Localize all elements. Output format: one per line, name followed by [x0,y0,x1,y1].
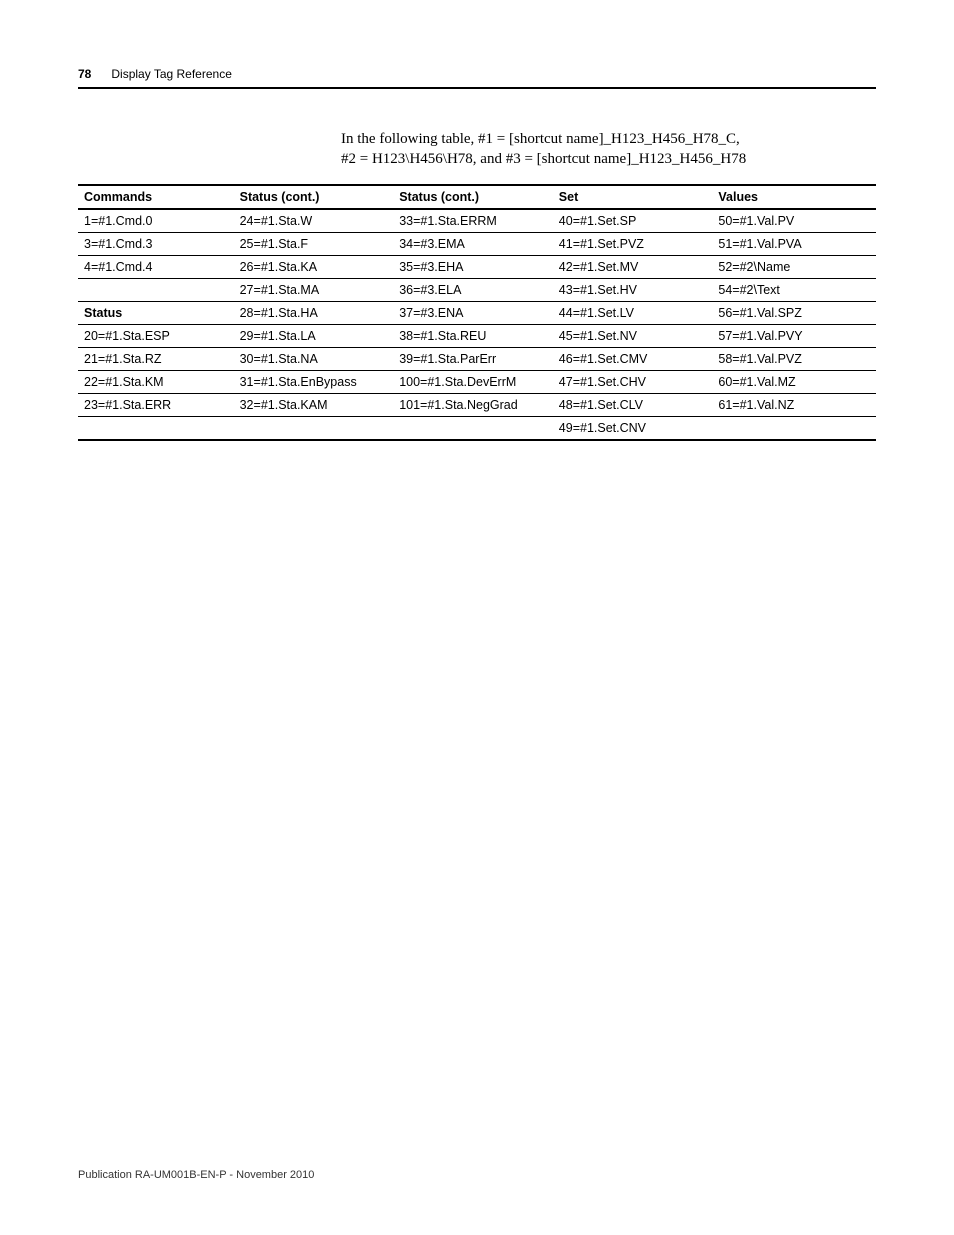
table-cell [712,416,876,440]
table-cell: 28=#1.Sta.HA [234,301,394,324]
table-cell: 38=#1.Sta.REU [393,324,553,347]
table-cell: 39=#1.Sta.ParErr [393,347,553,370]
intro-line-1: In the following table, #1 = [shortcut n… [341,129,876,149]
table-cell: 34=#3.EMA [393,232,553,255]
tag-reference-table: Commands Status (cont.) Status (cont.) S… [78,184,876,441]
table-cell: 50=#1.Val.PV [712,209,876,233]
table-cell: 48=#1.Set.CLV [553,393,713,416]
publication-footer: Publication RA-UM001B-EN-P - November 20… [78,1169,314,1181]
table-cell: 58=#1.Val.PVZ [712,347,876,370]
table-cell [78,416,234,440]
th-values: Values [712,185,876,209]
table-cell [234,416,394,440]
intro-paragraph: In the following table, #1 = [shortcut n… [341,129,876,170]
table-cell: 41=#1.Set.PVZ [553,232,713,255]
table-cell: 100=#1.Sta.DevErrM [393,370,553,393]
table-cell: 42=#1.Set.MV [553,255,713,278]
table-cell: 22=#1.Sta.KM [78,370,234,393]
table-row: 27=#1.Sta.MA36=#3.ELA43=#1.Set.HV54=#2\T… [78,278,876,301]
table-cell: 49=#1.Set.CNV [553,416,713,440]
table-row: 22=#1.Sta.KM31=#1.Sta.EnBypass100=#1.Sta… [78,370,876,393]
table-cell: 61=#1.Val.NZ [712,393,876,416]
table-cell: 45=#1.Set.NV [553,324,713,347]
table-cell: 43=#1.Set.HV [553,278,713,301]
table-cell: 4=#1.Cmd.4 [78,255,234,278]
th-commands: Commands [78,185,234,209]
table-cell: 36=#3.ELA [393,278,553,301]
table-cell: 3=#1.Cmd.3 [78,232,234,255]
table-cell: 1=#1.Cmd.0 [78,209,234,233]
table-cell: 57=#1.Val.PVY [712,324,876,347]
table-cell: 20=#1.Sta.ESP [78,324,234,347]
table-row: 23=#1.Sta.ERR32=#1.Sta.KAM101=#1.Sta.Neg… [78,393,876,416]
table-cell: 37=#3.ENA [393,301,553,324]
table-row: 4=#1.Cmd.426=#1.Sta.KA35=#3.EHA42=#1.Set… [78,255,876,278]
table-cell: 31=#1.Sta.EnBypass [234,370,394,393]
section-title: Display Tag Reference [111,67,232,81]
table-cell: 29=#1.Sta.LA [234,324,394,347]
table-cell: 46=#1.Set.CMV [553,347,713,370]
table-cell: 60=#1.Val.MZ [712,370,876,393]
intro-line-2: #2 = H123\H456\H78, and #3 = [shortcut n… [341,149,876,169]
th-status-cont-1: Status (cont.) [234,185,394,209]
table-cell [393,416,553,440]
table-cell: 54=#2\Text [712,278,876,301]
table-cell: 52=#2\Name [712,255,876,278]
table-cell: 35=#3.EHA [393,255,553,278]
page-number: 78 [78,67,91,81]
table-cell: 30=#1.Sta.NA [234,347,394,370]
table-row: 21=#1.Sta.RZ30=#1.Sta.NA39=#1.Sta.ParErr… [78,347,876,370]
table-header-row: Commands Status (cont.) Status (cont.) S… [78,185,876,209]
table-row: 3=#1.Cmd.325=#1.Sta.F34=#3.EMA41=#1.Set.… [78,232,876,255]
table-cell: 51=#1.Val.PVA [712,232,876,255]
table-row: 49=#1.Set.CNV [78,416,876,440]
th-set: Set [553,185,713,209]
table-cell: 33=#1.Sta.ERRM [393,209,553,233]
table-cell: 23=#1.Sta.ERR [78,393,234,416]
table-cell: 25=#1.Sta.F [234,232,394,255]
table-cell: 101=#1.Sta.NegGrad [393,393,553,416]
table-cell: 24=#1.Sta.W [234,209,394,233]
table-cell: 56=#1.Val.SPZ [712,301,876,324]
table-row: Status28=#1.Sta.HA37=#3.ENA44=#1.Set.LV5… [78,301,876,324]
table-cell [78,278,234,301]
table-row: 1=#1.Cmd.024=#1.Sta.W33=#1.Sta.ERRM40=#1… [78,209,876,233]
table-cell: 40=#1.Set.SP [553,209,713,233]
table-cell: Status [78,301,234,324]
table-cell: 47=#1.Set.CHV [553,370,713,393]
table-body: 1=#1.Cmd.024=#1.Sta.W33=#1.Sta.ERRM40=#1… [78,209,876,440]
table-cell: 26=#1.Sta.KA [234,255,394,278]
table-cell: 32=#1.Sta.KAM [234,393,394,416]
table-cell: 27=#1.Sta.MA [234,278,394,301]
table-cell: 21=#1.Sta.RZ [78,347,234,370]
page-header: 78 Display Tag Reference [78,67,876,81]
table-cell: 44=#1.Set.LV [553,301,713,324]
table-row: 20=#1.Sta.ESP29=#1.Sta.LA38=#1.Sta.REU45… [78,324,876,347]
th-status-cont-2: Status (cont.) [393,185,553,209]
header-rule [78,87,876,89]
